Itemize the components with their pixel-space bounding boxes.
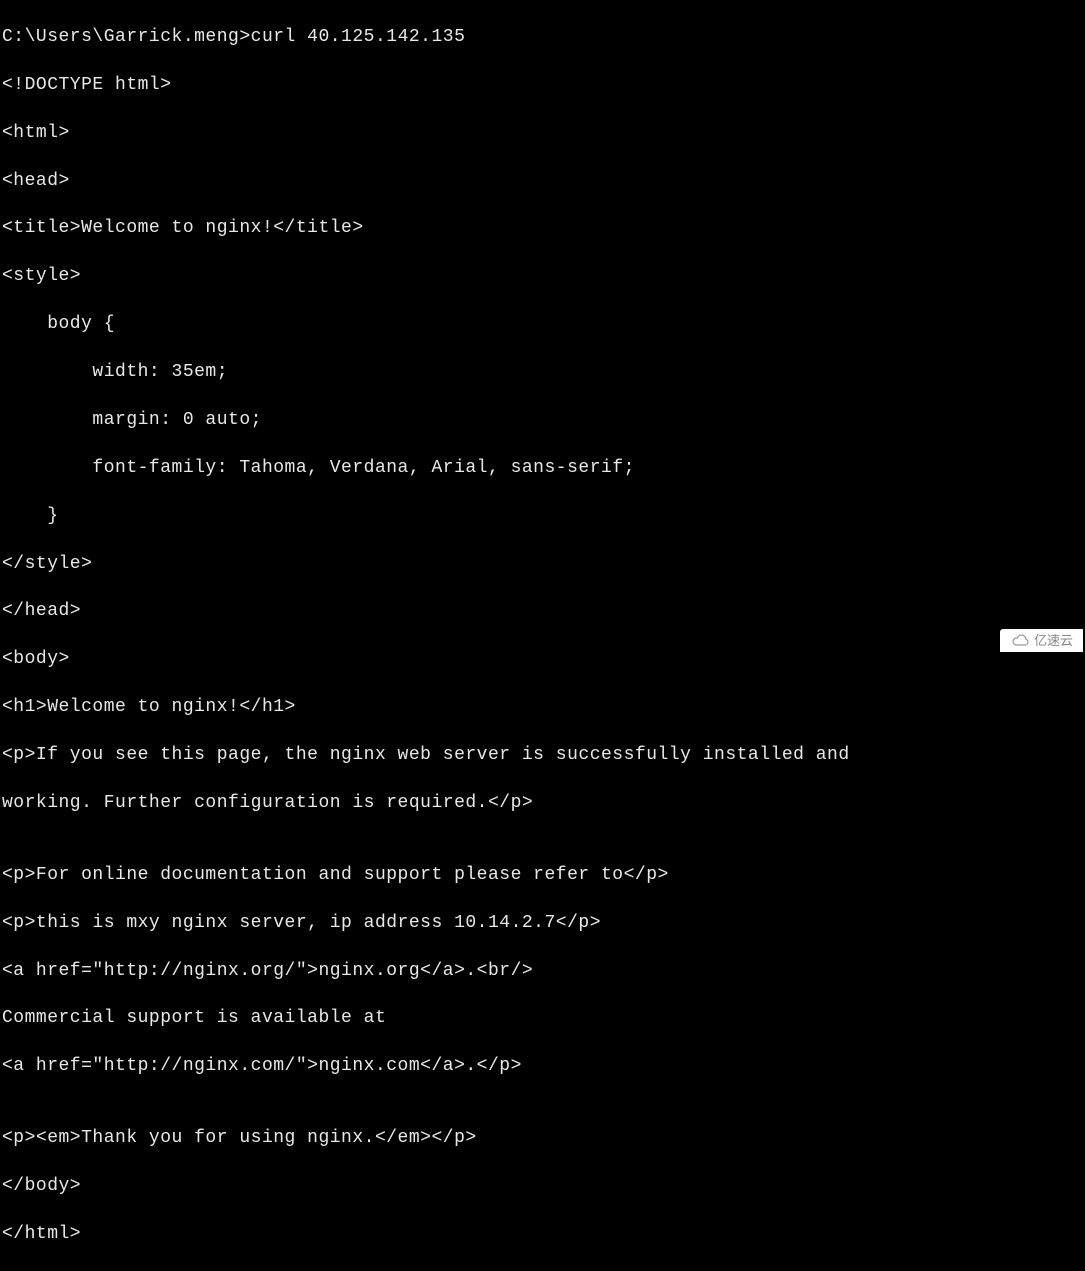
output-line: <head> [2, 170, 1083, 194]
output-line: } [2, 505, 1083, 529]
output-line: <p>this is mxy nginx server, ip address … [2, 912, 1083, 936]
watermark-badge: 亿速云 [1000, 629, 1083, 652]
output-line: font-family: Tahoma, Verdana, Arial, san… [2, 457, 1083, 481]
output-line: </style> [2, 553, 1083, 577]
output-line: <p>If you see this page, the nginx web s… [2, 744, 1083, 768]
output-line: width: 35em; [2, 361, 1083, 385]
output-line: <title>Welcome to nginx!</title> [2, 217, 1083, 241]
terminal-output[interactable]: C:\Users\Garrick.meng>curl 40.125.142.13… [2, 2, 1083, 1271]
output-line: <style> [2, 265, 1083, 289]
output-line: </html> [2, 1223, 1083, 1247]
output-line: <!DOCTYPE html> [2, 74, 1083, 98]
output-line: body { [2, 313, 1083, 337]
output-line: <p><em>Thank you for using nginx.</em></… [2, 1127, 1083, 1151]
output-line: working. Further configuration is requir… [2, 792, 1083, 816]
watermark-text: 亿速云 [1034, 632, 1073, 649]
output-line: <html> [2, 122, 1083, 146]
prompt: C:\Users\Garrick.meng> [2, 27, 251, 47]
output-line: <h1>Welcome to nginx!</h1> [2, 696, 1083, 720]
command-line: C:\Users\Garrick.meng>curl 40.125.142.13… [2, 26, 1083, 50]
output-line: <a href="http://nginx.org/">nginx.org</a… [2, 960, 1083, 984]
output-line: <a href="http://nginx.com/">nginx.com</a… [2, 1055, 1083, 1079]
output-line: </head> [2, 600, 1083, 624]
command: curl 40.125.142.135 [251, 27, 466, 47]
cloud-icon [1010, 633, 1030, 647]
output-line: </body> [2, 1175, 1083, 1199]
output-line: margin: 0 auto; [2, 409, 1083, 433]
output-line: <body> [2, 648, 1083, 672]
output-line: Commercial support is available at [2, 1007, 1083, 1031]
output-line: <p>For online documentation and support … [2, 864, 1083, 888]
